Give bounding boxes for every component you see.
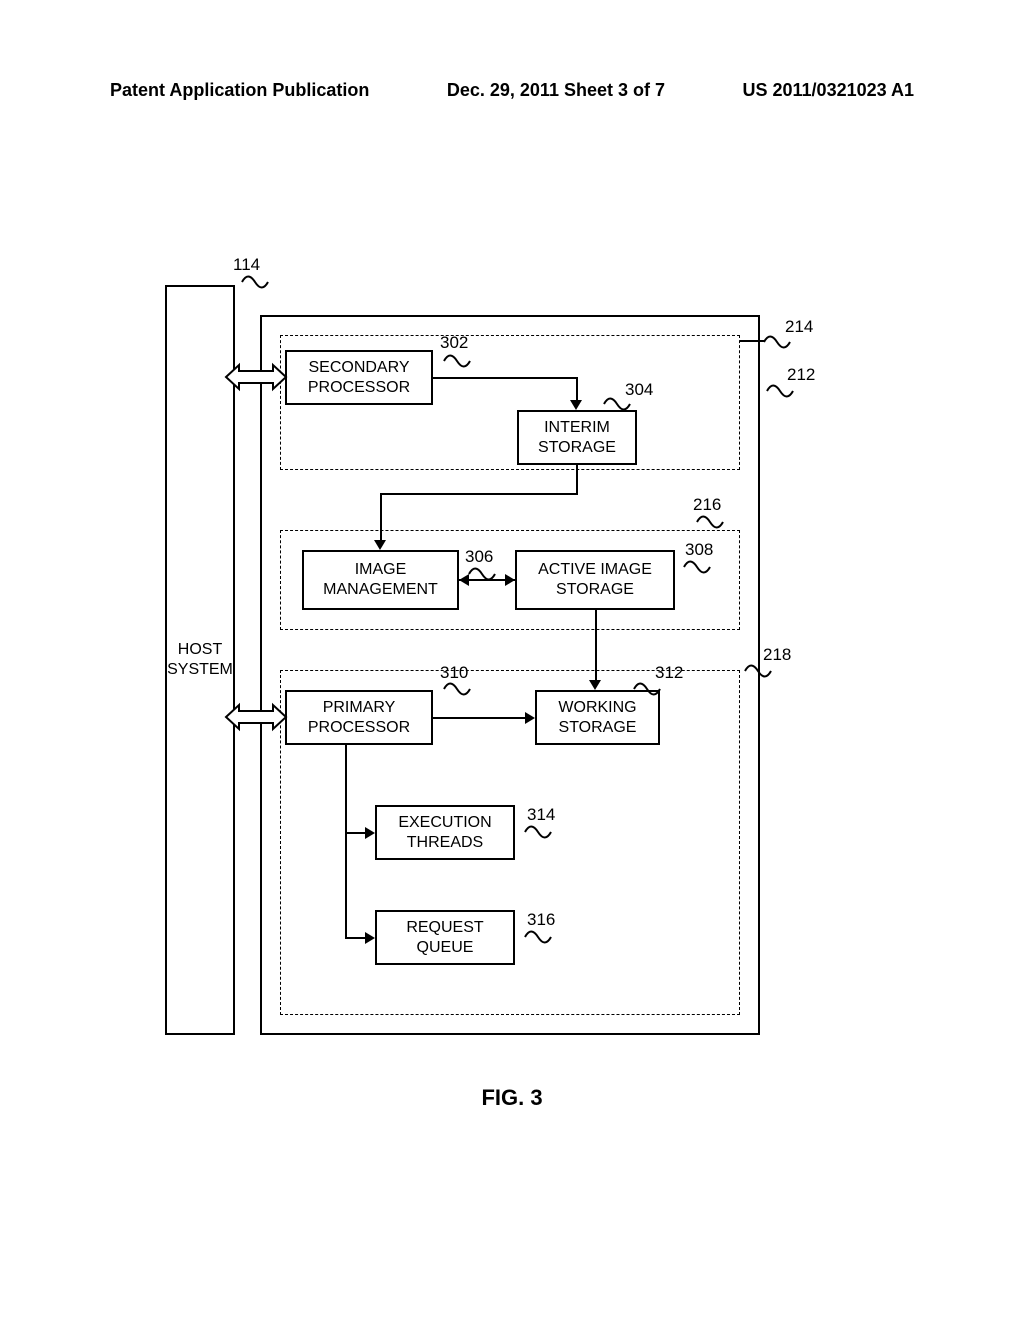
working-storage-box: WORKING STORAGE: [535, 690, 660, 745]
squiggle-icon: [523, 928, 553, 946]
connector-line: [345, 832, 367, 834]
squiggle-icon: [695, 513, 725, 531]
image-management-label: IMAGE MANAGEMENT: [323, 560, 438, 600]
arrow-right-icon: [365, 932, 375, 944]
diagram-container: HOST SYSTEM SECONDARY PROCESSOR INTERIM …: [165, 285, 855, 1045]
connector-line: [345, 937, 367, 939]
secondary-processor-box: SECONDARY PROCESSOR: [285, 350, 433, 405]
arrow-down-icon: [570, 400, 582, 410]
arrow-down-icon: [589, 680, 601, 690]
active-image-storage-box: ACTIVE IMAGE STORAGE: [515, 550, 675, 610]
header-middle: Dec. 29, 2011 Sheet 3 of 7: [447, 80, 665, 101]
secondary-processor-label: SECONDARY PROCESSOR: [308, 358, 410, 398]
active-image-storage-label: ACTIVE IMAGE STORAGE: [538, 560, 652, 600]
arrow-right-icon: [505, 574, 515, 586]
squiggle-icon: [442, 352, 472, 370]
squiggle-icon: [765, 382, 795, 400]
connector-line: [380, 493, 578, 495]
connector-line: [345, 745, 347, 938]
image-management-box: IMAGE MANAGEMENT: [302, 550, 459, 610]
connector-line: [380, 493, 382, 542]
squiggle-icon: [240, 273, 270, 291]
ref-216: 216: [693, 495, 721, 515]
connector-line: [576, 465, 578, 495]
primary-processor-label: PRIMARY PROCESSOR: [308, 698, 410, 738]
host-system-label: HOST SYSTEM: [167, 640, 233, 680]
squiggle-icon: [523, 823, 553, 841]
request-queue-box: REQUEST QUEUE: [375, 910, 515, 965]
arrow-down-icon: [374, 540, 386, 550]
primary-processor-box: PRIMARY PROCESSOR: [285, 690, 433, 745]
ref-306: 306: [465, 547, 493, 567]
bus-arrow-icon: [226, 702, 286, 732]
ref-114: 114: [233, 255, 260, 275]
working-storage-label: WORKING STORAGE: [558, 698, 636, 738]
page-header: Patent Application Publication Dec. 29, …: [0, 80, 1024, 101]
interim-storage-label: INTERIM STORAGE: [538, 418, 616, 458]
request-queue-label: REQUEST QUEUE: [406, 918, 483, 958]
host-system-box: HOST SYSTEM: [165, 285, 235, 1035]
connector-line: [740, 340, 765, 342]
squiggle-icon: [632, 680, 662, 698]
connector-line: [595, 610, 597, 682]
ref-314: 314: [527, 805, 555, 825]
connector-line: [433, 717, 527, 719]
figure-caption: FIG. 3: [0, 1085, 1024, 1111]
header-left: Patent Application Publication: [110, 80, 369, 101]
squiggle-icon: [682, 558, 712, 576]
header-right: US 2011/0321023 A1: [743, 80, 914, 101]
connector-line: [433, 377, 578, 379]
interim-storage-box: INTERIM STORAGE: [517, 410, 637, 465]
arrow-right-icon: [525, 712, 535, 724]
execution-threads-label: EXECUTION THREADS: [398, 813, 491, 853]
connector-line: [576, 377, 578, 402]
ref-302: 302: [440, 333, 468, 353]
squiggle-icon: [743, 662, 773, 680]
squiggle-icon: [442, 680, 472, 698]
bus-arrow-icon: [226, 362, 286, 392]
arrow-left-icon: [459, 574, 469, 586]
ref-316: 316: [527, 910, 555, 930]
squiggle-icon: [602, 395, 632, 413]
ref-308: 308: [685, 540, 713, 560]
execution-threads-box: EXECUTION THREADS: [375, 805, 515, 860]
squiggle-icon: [762, 333, 792, 351]
arrow-right-icon: [365, 827, 375, 839]
